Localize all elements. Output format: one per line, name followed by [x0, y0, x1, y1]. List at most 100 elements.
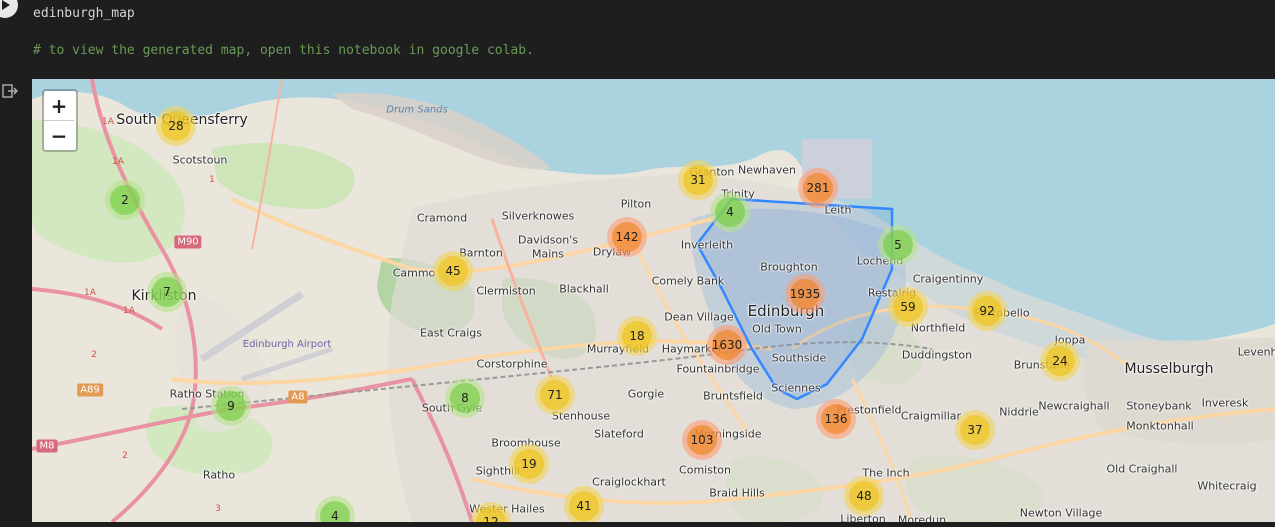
- road-label: 2: [122, 451, 128, 461]
- place-label: Duddingston: [901, 348, 973, 362]
- place-label: Niddrie: [999, 405, 1039, 419]
- place-label: Leith: [824, 203, 852, 217]
- place-label: Comely Bank: [651, 274, 725, 288]
- cluster-count: 71: [540, 380, 570, 410]
- cluster-count: 1630: [712, 330, 742, 360]
- place-label: Cammo: [392, 266, 436, 280]
- cluster-count: 12: [476, 507, 506, 522]
- marker-cluster[interactable]: 136: [816, 399, 856, 439]
- place-label: Craigentinny: [912, 272, 984, 286]
- marker-cluster[interactable]: 8: [445, 378, 485, 418]
- place-label: Craigmillar: [900, 409, 962, 423]
- code-line-variable[interactable]: edinburgh_map: [33, 6, 135, 21]
- cluster-count: 92: [972, 296, 1002, 326]
- cluster-count: 103: [687, 425, 717, 455]
- cluster-count: 2: [110, 185, 140, 215]
- place-label: Pilton: [620, 197, 652, 211]
- place-label: Craiglockhart: [592, 475, 666, 489]
- place-label: Fountainbridge: [676, 362, 760, 376]
- marker-cluster[interactable]: 59: [888, 287, 928, 327]
- marker-cluster[interactable]: 41: [564, 486, 604, 522]
- cluster-count: 31: [683, 165, 713, 195]
- marker-cluster[interactable]: 1935: [785, 274, 825, 314]
- marker-cluster[interactable]: 2: [105, 180, 145, 220]
- map-tiles: [32, 79, 1275, 522]
- place-label: Levenhall: [1237, 345, 1275, 359]
- place-label: Musselburgh: [1124, 361, 1214, 377]
- cluster-count: 9: [216, 391, 246, 421]
- marker-cluster[interactable]: 18: [617, 316, 657, 356]
- cluster-count: 136: [821, 404, 851, 434]
- place-label: Blackhall: [559, 282, 609, 296]
- marker-cluster[interactable]: 281: [798, 168, 838, 208]
- road-label: 1A: [123, 306, 135, 316]
- place-label: Gorgie: [627, 387, 665, 401]
- marker-cluster[interactable]: 24: [1040, 341, 1080, 381]
- cluster-count: 281: [803, 173, 833, 203]
- cluster-count: 19: [514, 449, 544, 479]
- cluster-count: 48: [849, 481, 879, 511]
- place-label: Newhaven: [738, 163, 796, 177]
- cluster-count: 18: [622, 321, 652, 351]
- marker-cluster[interactable]: 28: [156, 106, 196, 146]
- cluster-count: 4: [320, 501, 350, 522]
- place-label: Edinburgh Airport: [242, 339, 332, 350]
- marker-cluster[interactable]: 9: [211, 386, 251, 426]
- zoom-control: + −: [42, 89, 78, 152]
- run-cell-button[interactable]: [0, 0, 18, 18]
- road-label: 1A: [112, 157, 124, 167]
- marker-cluster[interactable]: 19: [509, 444, 549, 484]
- place-label: Broughton: [760, 260, 818, 274]
- place-label: East Craigs: [420, 326, 482, 340]
- place-label: Inveresk: [1201, 396, 1249, 410]
- place-label: Braid Hills: [709, 486, 765, 500]
- marker-cluster[interactable]: 103: [682, 420, 722, 460]
- marker-cluster[interactable]: 92: [967, 291, 1007, 331]
- place-label: Dean Village: [664, 310, 734, 324]
- place-label: Old Craighall: [1106, 462, 1178, 476]
- road-label: 3: [215, 504, 221, 514]
- place-label: Comiston: [679, 463, 731, 477]
- zoom-out-button[interactable]: −: [44, 120, 74, 150]
- marker-cluster[interactable]: 4: [710, 192, 750, 232]
- marker-cluster[interactable]: 48: [844, 476, 884, 516]
- place-label: Stoneybank: [1126, 399, 1192, 413]
- road-label: A89: [77, 383, 103, 397]
- cluster-count: 4: [715, 197, 745, 227]
- zoom-in-button[interactable]: +: [44, 91, 74, 120]
- place-label: Corstorphine: [476, 357, 548, 371]
- place-label: Clermiston: [476, 284, 536, 298]
- output-icon[interactable]: [2, 83, 18, 102]
- code-cell: edinburgh_map # to view the generated ma…: [0, 0, 1275, 72]
- cluster-count: 28: [161, 111, 191, 141]
- place-label: Silverknowes: [501, 209, 575, 223]
- place-label: Slateford: [594, 427, 644, 441]
- cluster-count: 24: [1045, 346, 1075, 376]
- place-label: Davidson's: [518, 233, 578, 247]
- cluster-count: 7: [152, 277, 182, 307]
- cluster-count: 5: [883, 230, 913, 260]
- marker-cluster[interactable]: 37: [955, 410, 995, 450]
- place-label: Monktonhall: [1126, 419, 1194, 433]
- place-label: Old Town: [752, 322, 802, 336]
- road-label: M8: [36, 439, 58, 453]
- place-label: Ratho: [202, 468, 236, 482]
- marker-cluster[interactable]: 71: [535, 375, 575, 415]
- cluster-count: 59: [893, 292, 923, 322]
- road-label: 1A: [102, 117, 114, 127]
- map-view[interactable]: South Queensferry Scotstoun Drum Sands Newh…: [32, 79, 1275, 522]
- place-label: Moredun: [897, 513, 947, 523]
- place-label: Drum Sands: [386, 104, 448, 116]
- marker-cluster[interactable]: 31: [678, 160, 718, 200]
- road-label: A8: [288, 390, 308, 404]
- marker-cluster[interactable]: 7: [147, 272, 187, 312]
- marker-cluster[interactable]: 142: [607, 217, 647, 257]
- place-label: Scotstoun: [172, 153, 228, 167]
- marker-cluster[interactable]: 45: [433, 251, 473, 291]
- place-label: Whitecraig: [1197, 479, 1257, 493]
- place-label: Southside: [771, 351, 827, 365]
- marker-cluster[interactable]: 1630: [707, 325, 747, 365]
- code-line-comment[interactable]: # to view the generated map, open this n…: [33, 43, 534, 58]
- road-label: M90: [174, 235, 202, 249]
- marker-cluster[interactable]: 5: [878, 225, 918, 265]
